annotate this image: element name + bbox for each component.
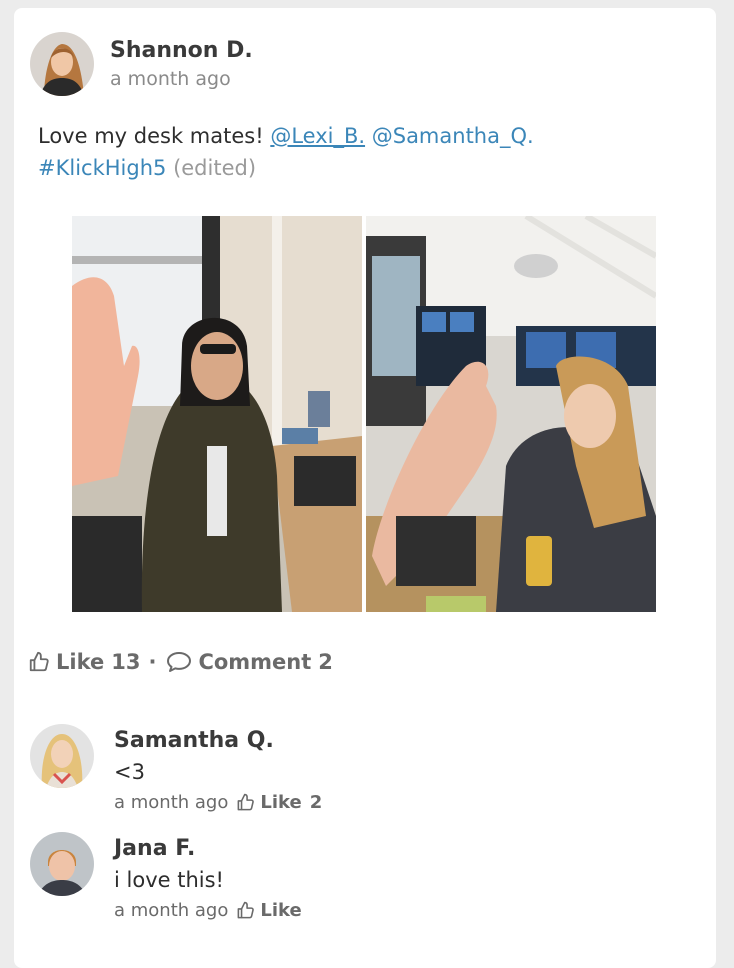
thumbs-up-icon (29, 651, 49, 672)
comment-like-button[interactable]: Like (236, 900, 302, 921)
post-card: Shannon D. a month ago Love my desk mate… (14, 8, 716, 968)
comment-timestamp: a month ago (114, 900, 229, 921)
post-timestamp: a month ago (110, 68, 231, 90)
comment-timestamp: a month ago (114, 792, 229, 813)
comment-like-button[interactable]: Like (236, 792, 302, 813)
post-text: Love my desk mates! @Lexi_B. @Samantha_Q… (38, 120, 678, 184)
comment-like-label: Like (260, 900, 302, 921)
comment-like-label: Like (260, 792, 302, 813)
comment-meta-samantha: a month ago Like 2 (114, 792, 322, 813)
comment-avatar-samantha[interactable] (30, 724, 94, 788)
hashtag-link[interactable]: #KlickHigh5 (38, 156, 166, 180)
author-avatar[interactable] (30, 32, 94, 96)
post-photo-1[interactable] (72, 216, 362, 612)
post-actions: Like 13 · Comment 2 (28, 650, 333, 674)
comment-text-samantha: <3 (114, 760, 145, 784)
comment-action[interactable]: Comment 2 (166, 650, 333, 674)
comment-meta-jana: a month ago Like (114, 900, 302, 921)
post-photo-2[interactable] (366, 216, 656, 612)
comment-like-count: 2 (309, 792, 323, 813)
post-author-name[interactable]: Shannon D. (110, 38, 253, 63)
comment-text-jana: i love this! (114, 868, 224, 892)
like-label: Like (56, 650, 105, 674)
speech-bubble-icon (167, 652, 192, 672)
comment-label: Comment (198, 650, 312, 674)
comment-count: 2 (318, 650, 333, 674)
like-action[interactable]: Like 13 (28, 650, 140, 674)
comment-author-samantha[interactable]: Samantha Q. (114, 728, 274, 753)
mention-samantha[interactable]: @Samantha_Q. (372, 124, 534, 148)
mention-lexi[interactable]: @Lexi_B. (270, 124, 365, 148)
post-text-intro: Love my desk mates! (38, 124, 271, 148)
action-separator: · (148, 650, 157, 674)
comment-avatar-jana[interactable] (30, 832, 94, 896)
like-count: 13 (111, 650, 141, 674)
thumbs-up-icon (237, 793, 255, 811)
comment-author-jana[interactable]: Jana F. (114, 836, 195, 861)
thumbs-up-icon (237, 901, 255, 919)
edited-label: (edited) (173, 156, 257, 180)
